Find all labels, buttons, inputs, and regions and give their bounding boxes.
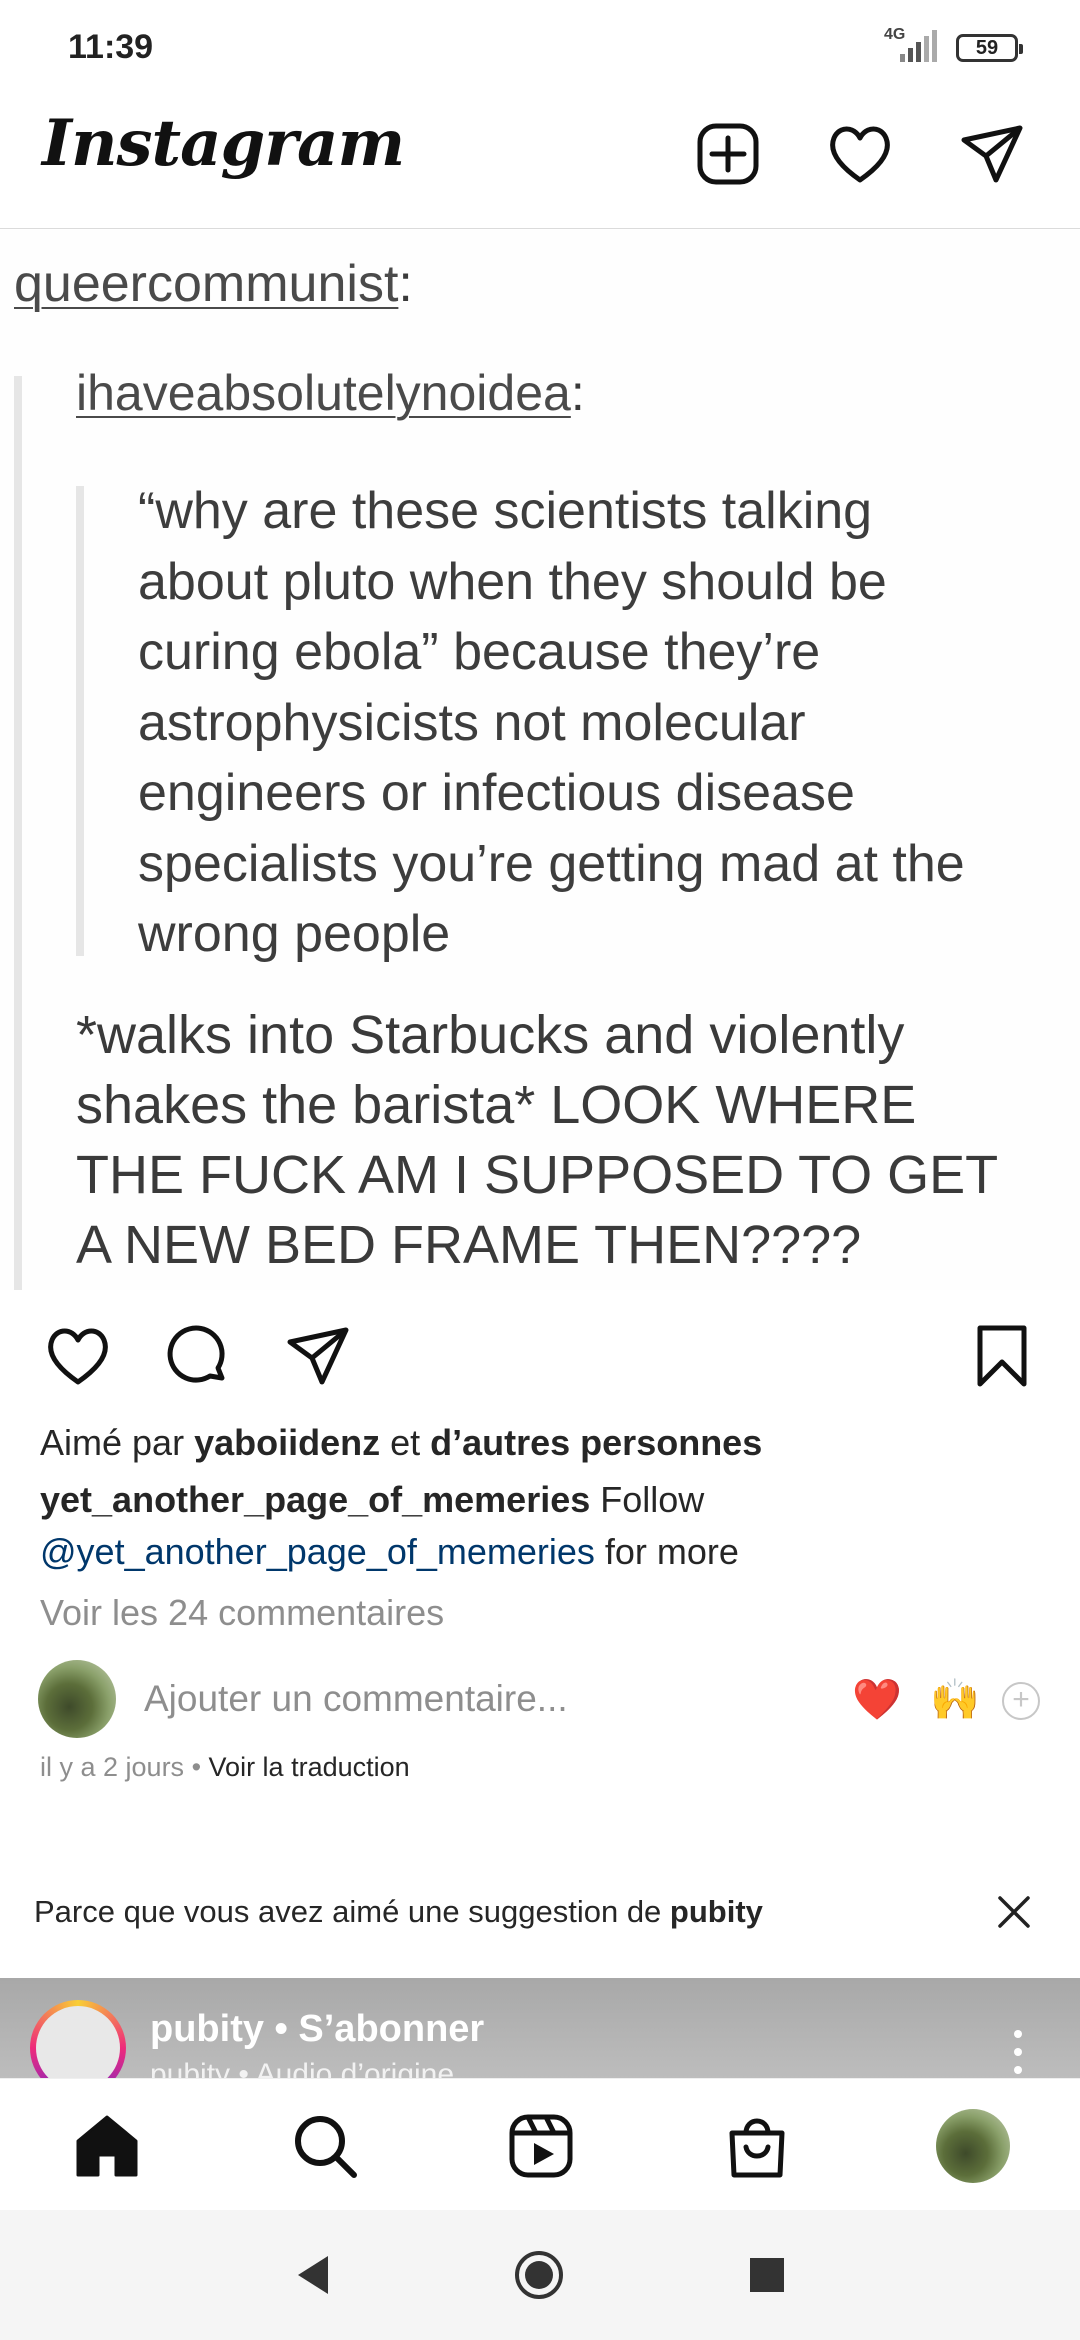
post-time: il y a 2 jours (40, 1752, 185, 1782)
profile-avatar[interactable] (936, 2109, 1010, 2183)
instagram-logo[interactable]: Instagram (42, 106, 405, 181)
recents-icon[interactable] (740, 2248, 794, 2302)
clock: 11:39 (68, 28, 154, 66)
add-emoji-icon[interactable]: + (1002, 1682, 1040, 1720)
system-nav-bar (0, 2210, 1080, 2340)
battery-icon: 59 (956, 34, 1023, 62)
heart-emoji-button[interactable]: ❤️ (852, 1676, 902, 1723)
home-icon[interactable] (72, 2111, 142, 2181)
next-post-audio[interactable]: pubity • Audio d’origine (150, 2058, 454, 2078)
next-post-header: pubity • S’abonner pubity • Audio d’orig… (0, 1978, 1080, 2078)
save-bookmark-icon[interactable] (966, 1320, 1038, 1392)
like-icon[interactable] (42, 1320, 114, 1392)
see-translation-link[interactable]: Voir la traduction (209, 1752, 410, 1782)
caption-mention[interactable]: @yet_another_page_of_memeries (40, 1531, 595, 1572)
caption: yet_another_page_of_memeries Follow @yet… (40, 1479, 739, 1572)
more-options-icon[interactable] (1008, 2026, 1028, 2078)
quote-bar-outer (14, 376, 22, 1290)
post-image[interactable]: queercommunist: ihaveabsolutelynoidea: “… (0, 230, 1080, 1290)
story-ring-avatar[interactable] (30, 2000, 126, 2078)
home-button-icon[interactable] (512, 2248, 566, 2302)
quoted-text: “why are these scientists talking about … (138, 482, 965, 963)
close-icon[interactable] (996, 1894, 1032, 1930)
direct-message-icon[interactable] (956, 118, 1028, 190)
shop-icon[interactable] (722, 2111, 792, 2181)
app-header: Instagram (0, 100, 1080, 229)
suggestion-reason: Parce que vous avez aimé une suggestion … (34, 1894, 763, 1929)
status-bar: 11:39 4G 59 (0, 0, 1080, 100)
liker-username: yaboiidenz (194, 1422, 381, 1463)
share-icon[interactable] (282, 1320, 354, 1392)
next-post-account[interactable]: pubity • S’abonner (150, 2008, 484, 2051)
other-likers: d’autres personnes (430, 1422, 763, 1463)
back-icon[interactable] (288, 2248, 342, 2302)
raising-hands-emoji-button[interactable]: 🙌 (930, 1676, 980, 1723)
post-actions (0, 1300, 1080, 1410)
tumblr-user-1: queercommunist: (14, 255, 413, 313)
quote-bar-inner (76, 486, 84, 956)
user-avatar (38, 1660, 116, 1738)
bottom-nav (0, 2078, 1080, 2211)
heart-icon[interactable] (824, 118, 896, 190)
add-comment-input[interactable]: Ajouter un commentaire... (144, 1678, 568, 1720)
tumblr-user-2: ihaveabsolutelynoidea: (76, 365, 585, 421)
reels-icon[interactable] (506, 2111, 576, 2181)
caption-username[interactable]: yet_another_page_of_memeries (40, 1479, 590, 1520)
view-all-comments-link[interactable]: Voir les 24 commentaires (40, 1592, 444, 1634)
signal-icon (900, 30, 937, 62)
new-post-icon[interactable] (692, 118, 764, 190)
reply-text: *walks into Starbucks and violently shak… (76, 1005, 999, 1275)
comment-icon[interactable] (162, 1320, 234, 1392)
post-meta: il y a 2 jours • Voir la traduction (40, 1752, 410, 1782)
search-icon[interactable] (290, 2111, 360, 2181)
likes-line[interactable]: Aimé par yaboiidenz et d’autres personne… (40, 1422, 762, 1464)
